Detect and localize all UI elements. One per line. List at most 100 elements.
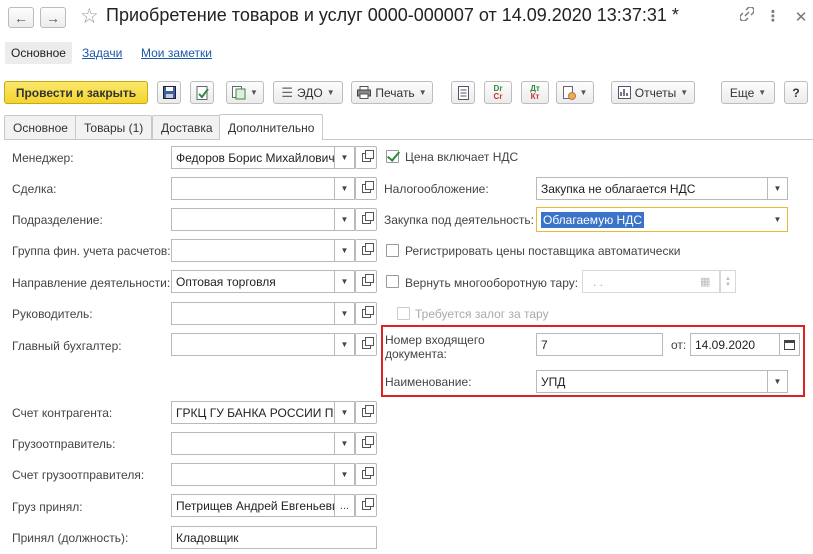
section-main[interactable]: Основное bbox=[5, 42, 72, 64]
purchase-for-activity-dropdown[interactable]: ▼ bbox=[768, 207, 788, 232]
shipper-account-dropdown[interactable]: ▼ bbox=[335, 463, 355, 486]
taxation-field[interactable]: Закупка не облагается НДС bbox=[536, 177, 768, 200]
link-icon[interactable] bbox=[737, 6, 757, 25]
counterparty-account-open-button[interactable] bbox=[355, 401, 377, 424]
deal-dropdown[interactable]: ▼ bbox=[335, 177, 355, 200]
forward-button[interactable]: → bbox=[40, 7, 66, 28]
incoming-number-field[interactable]: 7 bbox=[536, 333, 663, 356]
price-includes-vat-checkbox[interactable] bbox=[386, 150, 399, 163]
manager-dropdown[interactable]: ▼ bbox=[335, 146, 355, 169]
attachments-button[interactable]: ▼ bbox=[556, 81, 594, 104]
reports-button[interactable]: Отчеты ▼ bbox=[611, 81, 695, 104]
date-from-label: от: bbox=[671, 338, 687, 352]
back-button[interactable]: ← bbox=[8, 7, 34, 28]
shipper-account-open-button[interactable] bbox=[355, 463, 377, 486]
caret-down-icon: ▼ bbox=[340, 246, 349, 255]
document-name-label: Наименование: bbox=[385, 375, 472, 389]
fin-group-field[interactable] bbox=[171, 239, 335, 262]
register-prices-checkbox[interactable] bbox=[386, 244, 399, 257]
document-name-dropdown[interactable]: ▼ bbox=[768, 370, 788, 393]
caret-down-icon: ▼ bbox=[340, 470, 349, 479]
shipper-field[interactable] bbox=[171, 432, 335, 455]
open-icon bbox=[361, 274, 374, 286]
close-icon[interactable]: ✕ bbox=[791, 8, 811, 26]
kt-label: Кт bbox=[530, 91, 540, 101]
caret-down-icon: ▼ bbox=[680, 88, 689, 97]
received-by-open-button[interactable] bbox=[355, 494, 377, 517]
document-name-field[interactable]: УПД bbox=[536, 370, 768, 393]
direction-dropdown[interactable]: ▼ bbox=[335, 270, 355, 293]
tab-delivery[interactable]: Доставка bbox=[152, 115, 222, 139]
head-field[interactable] bbox=[171, 302, 335, 325]
save-button[interactable] bbox=[157, 81, 181, 104]
section-tasks-link[interactable]: Задачи bbox=[82, 46, 122, 60]
head-label: Руководитель: bbox=[12, 307, 93, 321]
tare-date-spinner[interactable]: ▲ ▼ bbox=[720, 270, 736, 293]
caret-down-icon: ▼ bbox=[758, 88, 767, 97]
direction-label: Направление деятельности: bbox=[12, 276, 171, 290]
return-tare-label: Вернуть многооборотную тару: bbox=[405, 276, 579, 290]
received-by-field[interactable]: Петрищев Андрей Евгеньевич bbox=[171, 494, 335, 517]
dt-kt-button[interactable]: Дт Кт bbox=[521, 81, 549, 104]
caret-down-icon: ▼ bbox=[418, 88, 427, 97]
tab-goods[interactable]: Товары (1) bbox=[75, 115, 153, 139]
create-based-on-button[interactable]: ▼ bbox=[226, 81, 264, 104]
incoming-date-field[interactable]: 14.09.2020 bbox=[690, 333, 780, 356]
taxation-dropdown[interactable]: ▼ bbox=[768, 177, 788, 200]
fin-group-label: Группа фин. учета расчетов: bbox=[12, 244, 171, 258]
document-journal-button[interactable] bbox=[451, 81, 475, 104]
incoming-number-label-line2: документа: bbox=[385, 347, 447, 361]
fin-group-dropdown[interactable]: ▼ bbox=[335, 239, 355, 262]
manager-field[interactable]: Федоров Борис Михайлович bbox=[171, 146, 335, 169]
chief-accountant-dropdown[interactable]: ▼ bbox=[335, 333, 355, 356]
manager-open-button[interactable] bbox=[355, 146, 377, 169]
return-tare-checkbox[interactable] bbox=[386, 275, 399, 288]
open-icon bbox=[361, 337, 374, 349]
shipper-label: Грузоотправитель: bbox=[12, 437, 116, 451]
deal-label: Сделка: bbox=[12, 182, 57, 196]
more-button[interactable]: Еще ▼ bbox=[721, 81, 775, 104]
help-button[interactable]: ? bbox=[784, 81, 808, 104]
incoming-date-calendar-button[interactable] bbox=[780, 333, 800, 356]
shipper-open-button[interactable] bbox=[355, 432, 377, 455]
counterparty-account-dropdown[interactable]: ▼ bbox=[335, 401, 355, 424]
shipper-dropdown[interactable]: ▼ bbox=[335, 432, 355, 455]
fin-group-open-button[interactable] bbox=[355, 239, 377, 262]
post-button[interactable] bbox=[190, 81, 214, 104]
open-icon bbox=[361, 467, 374, 479]
direction-field[interactable]: Оптовая торговля bbox=[171, 270, 335, 293]
caret-down-icon: ▼ bbox=[340, 215, 349, 224]
caret-down-icon: ▼ bbox=[340, 309, 349, 318]
tab-additional[interactable]: Дополнительно bbox=[219, 114, 324, 140]
post-and-close-button[interactable]: Провести и закрыть bbox=[4, 81, 148, 104]
head-open-button[interactable] bbox=[355, 302, 377, 325]
chief-accountant-open-button[interactable] bbox=[355, 333, 377, 356]
direction-open-button[interactable] bbox=[355, 270, 377, 293]
section-notes-link[interactable]: Мои заметки bbox=[141, 46, 212, 60]
chief-accountant-field[interactable] bbox=[171, 333, 335, 356]
position-label: Принял (должность): bbox=[12, 531, 129, 545]
purchase-for-activity-value: Облагаемую НДС bbox=[541, 211, 644, 228]
head-dropdown[interactable]: ▼ bbox=[335, 302, 355, 325]
division-open-button[interactable] bbox=[355, 208, 377, 231]
edo-button[interactable]: ☰ ЭДО ▼ bbox=[273, 81, 343, 104]
edo-icon: ☰ bbox=[281, 84, 294, 100]
dr-cr-button[interactable]: Dr Cr bbox=[484, 81, 512, 104]
tab-main[interactable]: Основное bbox=[4, 115, 77, 139]
calendar-icon[interactable]: ▦ bbox=[700, 275, 710, 288]
taxation-label: Налогообложение: bbox=[384, 182, 489, 196]
favorite-star-icon[interactable]: ☆ bbox=[80, 4, 99, 29]
counterparty-account-field[interactable]: ГРКЦ ГУ БАНКА РОССИИ ПО bbox=[171, 401, 335, 424]
division-field[interactable] bbox=[171, 208, 335, 231]
deal-open-button[interactable] bbox=[355, 177, 377, 200]
purchase-for-activity-field[interactable]: Облагаемую НДС bbox=[536, 207, 768, 232]
division-dropdown[interactable]: ▼ bbox=[335, 208, 355, 231]
print-button[interactable]: Печать ▼ bbox=[351, 81, 433, 104]
more-menu-icon[interactable]: ⋮ bbox=[763, 7, 783, 25]
list-document-icon bbox=[457, 85, 469, 100]
caret-down-icon: ▼ bbox=[773, 215, 782, 224]
shipper-account-field[interactable] bbox=[171, 463, 335, 486]
deal-field[interactable] bbox=[171, 177, 335, 200]
received-by-select-button[interactable]: ... bbox=[335, 494, 355, 517]
position-field[interactable]: Кладовщик bbox=[171, 526, 377, 549]
